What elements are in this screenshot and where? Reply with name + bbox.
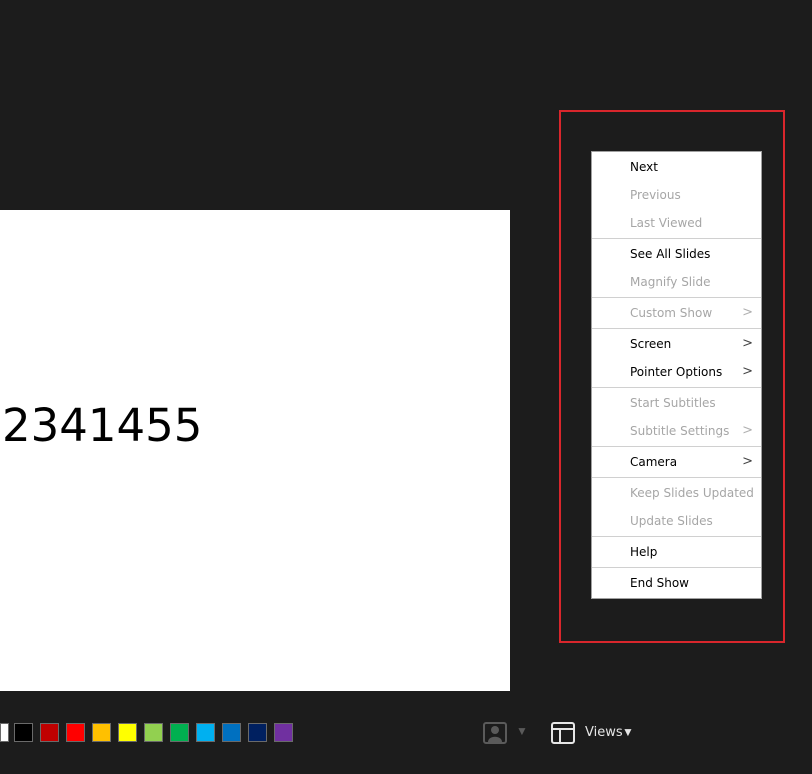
menu-item-label: See All Slides: [630, 247, 711, 261]
presenter-camera-icon[interactable]: [483, 722, 507, 744]
slideshow-stage: 2341455 Next Previous Last Viewed See Al…: [0, 0, 812, 774]
menu-item-keep-slides-updated: Keep Slides Updated: [592, 479, 761, 507]
menu-separator: [592, 387, 761, 388]
chevron-right-icon: >: [742, 364, 753, 379]
menu-item-screen[interactable]: Screen >: [592, 330, 761, 358]
menu-separator: [592, 536, 761, 537]
ink-color-swatch[interactable]: [92, 722, 111, 742]
ink-color-swatch[interactable]: [222, 722, 241, 742]
menu-separator: [592, 477, 761, 478]
chevron-right-icon: >: [742, 305, 753, 320]
ink-color-swatch[interactable]: [14, 722, 33, 742]
ink-color-swatch[interactable]: [274, 722, 293, 742]
ink-color-swatch[interactable]: [170, 722, 189, 742]
menu-item-label: Magnify Slide: [630, 275, 711, 289]
menu-item-label: Custom Show: [630, 306, 713, 320]
menu-item-end-show[interactable]: End Show: [592, 569, 761, 597]
menu-item-update-slides: Update Slides: [592, 507, 761, 535]
menu-item-label: Update Slides: [630, 514, 713, 528]
presenter-dropdown-arrow[interactable]: ▼: [516, 724, 528, 738]
menu-separator: [592, 446, 761, 447]
menu-item-label: Keep Slides Updated: [630, 486, 754, 500]
context-menu: Next Previous Last Viewed See All Slides…: [591, 151, 762, 599]
slide-canvas[interactable]: 2341455: [0, 210, 510, 691]
menu-item-label: Last Viewed: [630, 216, 703, 230]
ink-color-swatch[interactable]: [40, 722, 59, 742]
menu-separator: [592, 238, 761, 239]
menu-item-next[interactable]: Next: [592, 153, 761, 181]
ink-color-swatch[interactable]: [248, 722, 267, 742]
menu-item-start-subtitles: Start Subtitles: [592, 389, 761, 417]
menu-item-label: Subtitle Settings: [630, 424, 730, 438]
menu-item-previous: Previous: [592, 181, 761, 209]
menu-item-label: Pointer Options: [630, 365, 723, 379]
views-button-label[interactable]: Views: [585, 725, 623, 740]
slide-text: 2341455: [2, 399, 203, 452]
menu-separator: [592, 567, 761, 568]
ink-color-swatch[interactable]: [144, 722, 163, 742]
menu-item-custom-show: Custom Show >: [592, 299, 761, 327]
menu-item-see-all-slides[interactable]: See All Slides: [592, 240, 761, 268]
chevron-right-icon: >: [742, 454, 753, 469]
ink-color-toolbar: [0, 720, 300, 744]
menu-item-label: Start Subtitles: [630, 396, 716, 410]
menu-item-label: Next: [630, 160, 658, 174]
menu-item-label: End Show: [630, 576, 689, 590]
ink-color-swatch[interactable]: [0, 722, 9, 742]
menu-item-label: Help: [630, 545, 658, 559]
chevron-right-icon: >: [742, 423, 753, 438]
menu-item-label: Screen: [630, 337, 672, 351]
views-layout-icon[interactable]: [551, 722, 575, 744]
ink-color-swatch[interactable]: [196, 722, 215, 742]
menu-item-last-viewed: Last Viewed: [592, 209, 761, 237]
menu-item-help[interactable]: Help: [592, 538, 761, 566]
menu-item-magnify-slide: Magnify Slide: [592, 268, 761, 296]
menu-separator: [592, 297, 761, 298]
menu-separator: [592, 328, 761, 329]
menu-item-camera[interactable]: Camera >: [592, 448, 761, 476]
views-dropdown-arrow[interactable]: ▼: [622, 725, 634, 739]
chevron-right-icon: >: [742, 336, 753, 351]
menu-item-label: Previous: [630, 188, 681, 202]
ink-color-swatch[interactable]: [118, 722, 137, 742]
menu-item-label: Camera: [630, 455, 678, 469]
ink-color-swatch[interactable]: [66, 722, 85, 742]
menu-item-pointer-options[interactable]: Pointer Options >: [592, 358, 761, 386]
menu-item-subtitle-settings: Subtitle Settings >: [592, 417, 761, 445]
